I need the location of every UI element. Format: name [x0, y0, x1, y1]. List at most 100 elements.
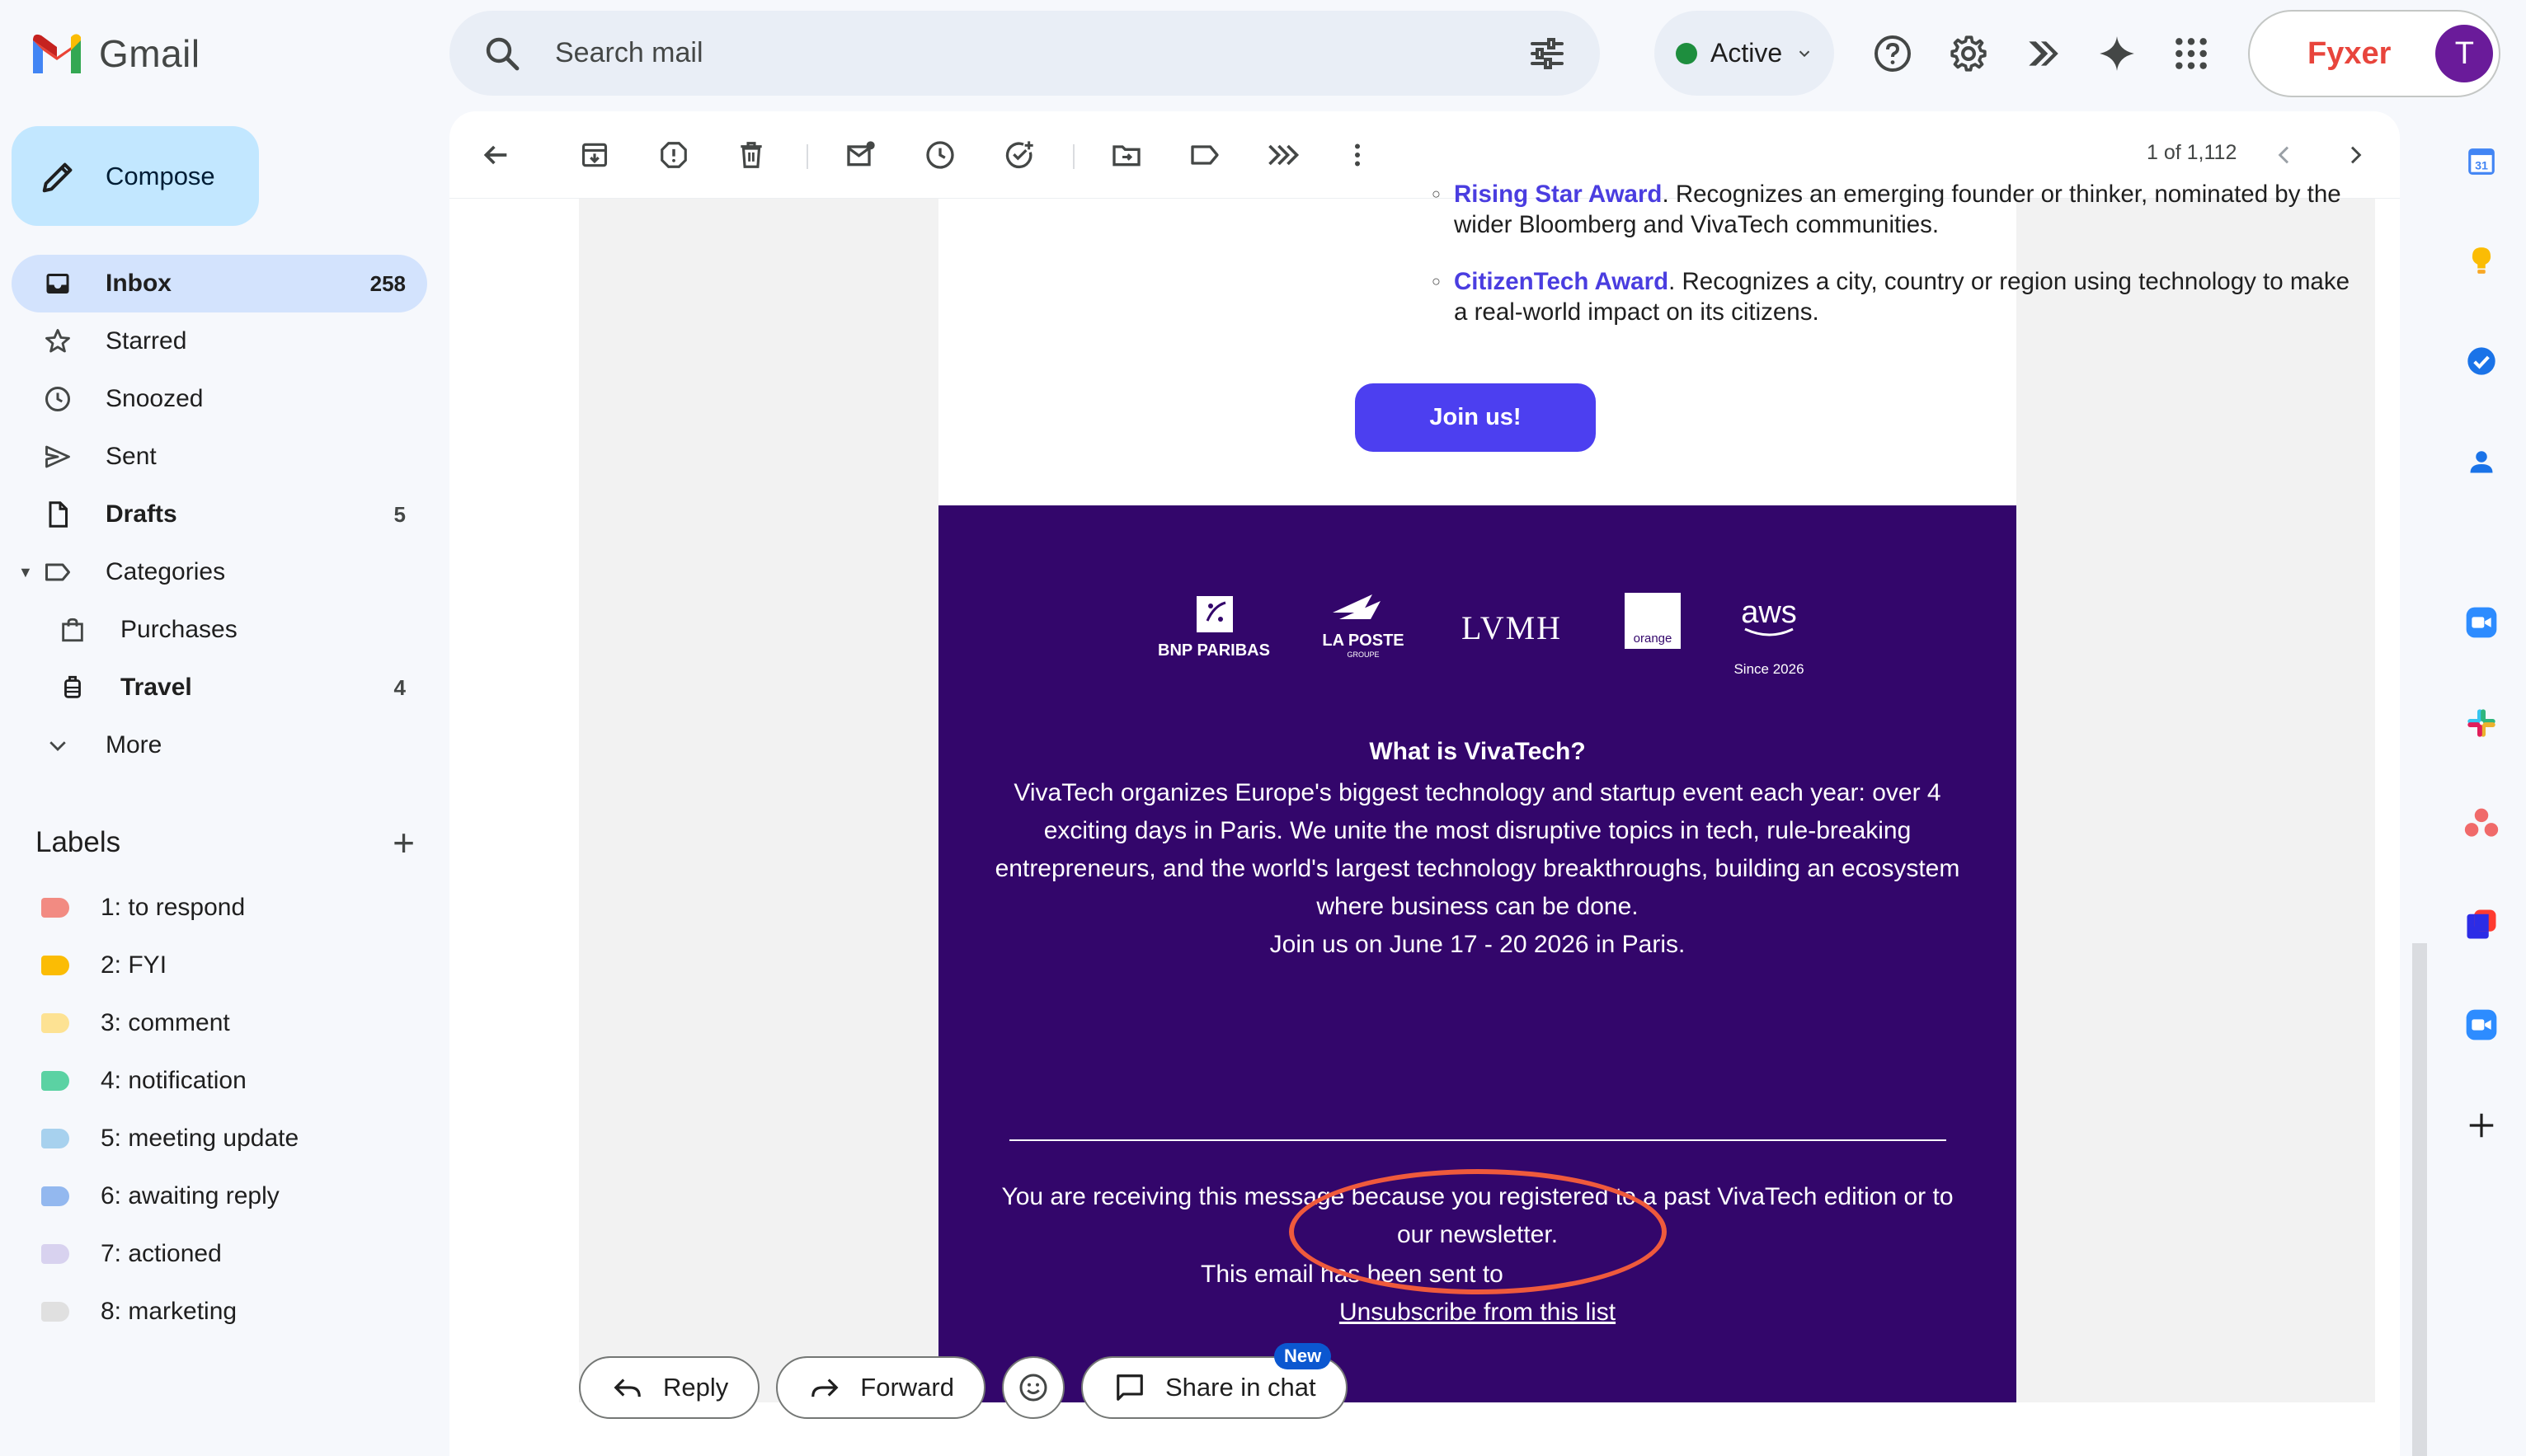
- search-input[interactable]: Search mail: [555, 37, 1527, 69]
- calendar-icon[interactable]: 31: [2463, 143, 2500, 180]
- aws-since-text: Since 2026: [1733, 661, 1804, 677]
- gmail-app: Gmail Search mail Active Fyxer T Compose: [0, 0, 2526, 1456]
- labels-heading: Labels: [35, 826, 121, 858]
- label-item[interactable]: 8: marketing: [12, 1283, 427, 1341]
- label-item[interactable]: 7: actioned: [12, 1225, 427, 1283]
- rising-star-desc: . Recognizes an emerging founder or thin…: [1662, 181, 2341, 208]
- mailbox-nav: Inbox 258 Starred Snoozed Sent Drafts 5 …: [12, 255, 427, 774]
- asana-icon[interactable]: [2463, 805, 2500, 842]
- lvmh-logo: LVMH: [1461, 609, 1562, 646]
- delete-trash-icon[interactable]: [732, 136, 770, 174]
- status-label: Active: [1710, 38, 1783, 68]
- label-name: 2: FYI: [101, 951, 167, 979]
- pencil-icon: [42, 162, 73, 192]
- nav-travel-count: 4: [393, 674, 406, 700]
- bullet-icon: ○: [1432, 273, 1441, 289]
- list-item: ○ Rising Star Award. Recognizes an emerg…: [1432, 179, 2341, 240]
- contacts-person-icon[interactable]: [2463, 444, 2500, 480]
- help-icon[interactable]: [1870, 31, 1915, 76]
- avatar[interactable]: T: [2435, 25, 2494, 82]
- body-line: exciting days in Paris. We unite the mos…: [1043, 817, 1912, 844]
- nav-inbox[interactable]: Inbox 258: [12, 255, 427, 312]
- mark-unread-icon[interactable]: [842, 136, 880, 174]
- label-item[interactable]: 2: FYI: [12, 937, 427, 994]
- compose-button[interactable]: Compose: [12, 126, 259, 226]
- sponsor-logos: BNP PARIBAS LA POSTE GROUPE LVMH orange …: [1158, 593, 1804, 677]
- add-addon-icon[interactable]: [2463, 1107, 2500, 1144]
- toolbar-divider: [807, 144, 808, 169]
- nav-sent[interactable]: Sent: [12, 428, 427, 486]
- label-tag-icon[interactable]: [1186, 136, 1224, 174]
- search-bar[interactable]: Search mail: [449, 11, 1600, 96]
- label-item[interactable]: 5: meeting update: [12, 1110, 427, 1167]
- add-task-icon[interactable]: [1000, 136, 1038, 174]
- join-us-button[interactable]: Join us!: [1355, 383, 1596, 452]
- fyxer-action-icon[interactable]: [1264, 136, 1302, 174]
- more-vertical-icon[interactable]: [1338, 136, 1376, 174]
- apps-grid-icon[interactable]: [2169, 31, 2213, 76]
- gemini-extension-icon[interactable]: [2020, 31, 2065, 76]
- rising-star-desc-2: wider Bloomberg and VivaTech communities…: [1454, 211, 1940, 238]
- report-spam-icon[interactable]: [655, 136, 693, 174]
- label-name: 6: awaiting reply: [101, 1182, 280, 1209]
- reply-button[interactable]: Reply: [579, 1356, 760, 1419]
- fyxer-brand[interactable]: Fyxer: [2307, 36, 2391, 72]
- laposte-text: LA POSTE: [1322, 632, 1404, 650]
- tasks-check-icon[interactable]: [2463, 343, 2500, 379]
- archive-icon[interactable]: [576, 136, 614, 174]
- bullet-icon: ○: [1432, 186, 1441, 202]
- rising-star-award-link[interactable]: Rising Star Award: [1454, 181, 1662, 208]
- what-is-vivatech-heading: What is VivaTech?: [1369, 738, 1586, 765]
- nav-snoozed[interactable]: Snoozed: [12, 370, 427, 428]
- label-color-icon: [41, 1244, 69, 1264]
- nav-starred[interactable]: Starred: [12, 312, 427, 370]
- newer-chevron-icon[interactable]: [2265, 136, 2303, 174]
- gmail-logo[interactable]: Gmail: [30, 31, 200, 76]
- zoom-video-icon[interactable]: [2463, 1007, 2500, 1043]
- emoji-reaction-button[interactable]: [1001, 1356, 1065, 1419]
- nav-more[interactable]: More: [12, 716, 427, 774]
- label-color-icon: [41, 956, 69, 975]
- aws-text: aws: [1741, 595, 1797, 630]
- citizentech-award-link[interactable]: CitizenTech Award: [1454, 268, 1668, 295]
- status-dropdown[interactable]: Active: [1654, 11, 1834, 96]
- search-options-icon[interactable]: [1527, 34, 1567, 73]
- back-arrow-icon[interactable]: [477, 136, 515, 174]
- nav-drafts[interactable]: Drafts 5: [12, 486, 427, 543]
- caret-down-icon[interactable]: ▼: [18, 564, 33, 581]
- forward-button[interactable]: Forward: [776, 1356, 985, 1419]
- share-in-chat-wrap: Share in chat New: [1080, 1343, 1348, 1419]
- settings-gear-icon[interactable]: [1946, 31, 1991, 76]
- label-color-icon: [41, 1302, 69, 1322]
- account-pill[interactable]: Fyxer T: [2248, 10, 2500, 97]
- forward-label: Forward: [860, 1373, 954, 1402]
- label-color-icon: [41, 1071, 69, 1091]
- nav-travel[interactable]: Travel 4: [12, 659, 427, 716]
- nav-categories[interactable]: ▼ Categories: [12, 543, 427, 601]
- smiley-icon: [1019, 1374, 1047, 1402]
- nav-purchases[interactable]: Purchases: [12, 601, 427, 659]
- slack-icon[interactable]: [2463, 705, 2500, 741]
- snooze-clock-icon[interactable]: [921, 136, 959, 174]
- zoom-video-icon[interactable]: [2463, 604, 2500, 641]
- toolbar-divider: [1073, 144, 1075, 169]
- aws-logo: aws Since 2026: [1733, 595, 1804, 677]
- label-item[interactable]: 1: to respond: [12, 879, 427, 937]
- label-item[interactable]: 4: notification: [12, 1052, 427, 1110]
- app-extension-icon[interactable]: [2463, 906, 2500, 942]
- move-to-folder-icon[interactable]: [1108, 136, 1145, 174]
- unsubscribe-link[interactable]: Unsubscribe from this list: [1339, 1299, 1616, 1326]
- older-chevron-icon[interactable]: [2336, 136, 2374, 174]
- body-line: Join us on June 17 - 20 2026 in Paris.: [1269, 931, 1686, 958]
- keep-bulb-icon[interactable]: [2463, 242, 2500, 279]
- gemini-sparkle-icon[interactable]: [2095, 31, 2139, 76]
- label-tag-icon: [41, 556, 74, 589]
- search-icon[interactable]: [482, 34, 522, 73]
- add-label-icon[interactable]: +: [393, 820, 415, 865]
- label-name: 1: to respond: [101, 894, 246, 921]
- label-item[interactable]: 6: awaiting reply: [12, 1167, 427, 1225]
- label-item[interactable]: 3: comment: [12, 994, 427, 1052]
- inbox-icon: [41, 267, 74, 300]
- bnp-text: BNP PARIBAS: [1158, 641, 1270, 660]
- scrollbar[interactable]: [2412, 943, 2427, 1456]
